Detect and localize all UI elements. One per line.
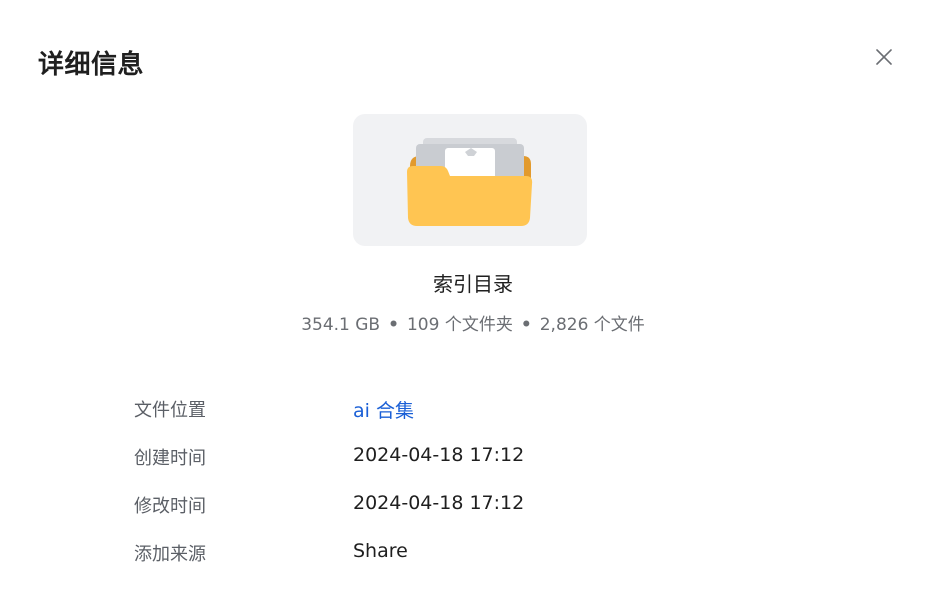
- dialog-title: 详细信息: [38, 50, 145, 80]
- item-folder-count: 109 个文件夹: [406, 315, 513, 335]
- item-file-count: 2,826 个文件: [539, 315, 645, 335]
- item-size: 354.1 GB: [301, 315, 381, 335]
- folder-icon: [407, 138, 533, 226]
- item-name: 索引目录: [433, 272, 513, 296]
- details-dialog: 详细信息 索引目录 354.1 GB • 109 个文件夹 • 2,826 个文件 文件…: [0, 0, 946, 603]
- detail-label: 创建时间: [134, 448, 206, 469]
- item-summary: 354.1 GB • 109 个文件夹 • 2,826 个文件: [0, 310, 946, 335]
- detail-row-created: 创建时间 2024-04-18 17:12: [134, 444, 834, 472]
- modified-time-value: 2024-04-18 17:12: [353, 492, 525, 514]
- location-link[interactable]: ai 合集: [353, 396, 414, 423]
- detail-label: 添加来源: [134, 544, 206, 565]
- separator-dot: •: [388, 315, 399, 335]
- detail-label: 文件位置: [134, 400, 206, 421]
- source-value: Share: [353, 540, 408, 562]
- created-time-value: 2024-04-18 17:12: [353, 444, 525, 466]
- separator-dot: •: [520, 315, 532, 335]
- folder-thumbnail: [353, 114, 587, 246]
- detail-row-source: 添加来源 Share: [134, 540, 834, 568]
- detail-label: 修改时间: [134, 496, 206, 517]
- close-icon[interactable]: [871, 44, 897, 70]
- detail-row-modified: 修改时间 2024-04-18 17:12: [134, 492, 834, 520]
- detail-row-location: 文件位置 ai 合集: [134, 396, 834, 424]
